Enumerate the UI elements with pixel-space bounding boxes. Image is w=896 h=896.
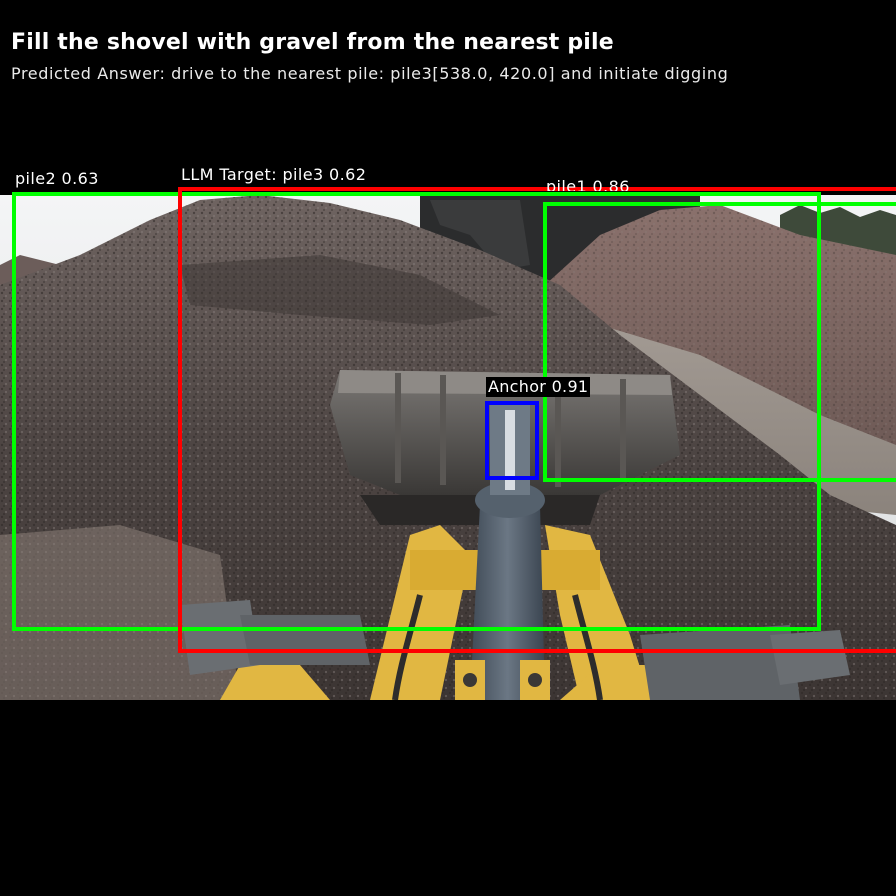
- header-title: Fill the shovel with gravel from the nea…: [11, 30, 614, 55]
- predicted-answer: Predicted Answer: drive to the nearest p…: [11, 64, 729, 83]
- pile1-bounding-box: [543, 202, 896, 482]
- pile2-label: pile2 0.63: [15, 169, 99, 188]
- anchor-label: Anchor 0.91: [486, 377, 591, 397]
- pile3-label: LLM Target: pile3 0.62: [181, 165, 367, 184]
- anchor-bounding-box: [485, 401, 539, 480]
- pile1-label: pile1 0.86: [546, 177, 630, 191]
